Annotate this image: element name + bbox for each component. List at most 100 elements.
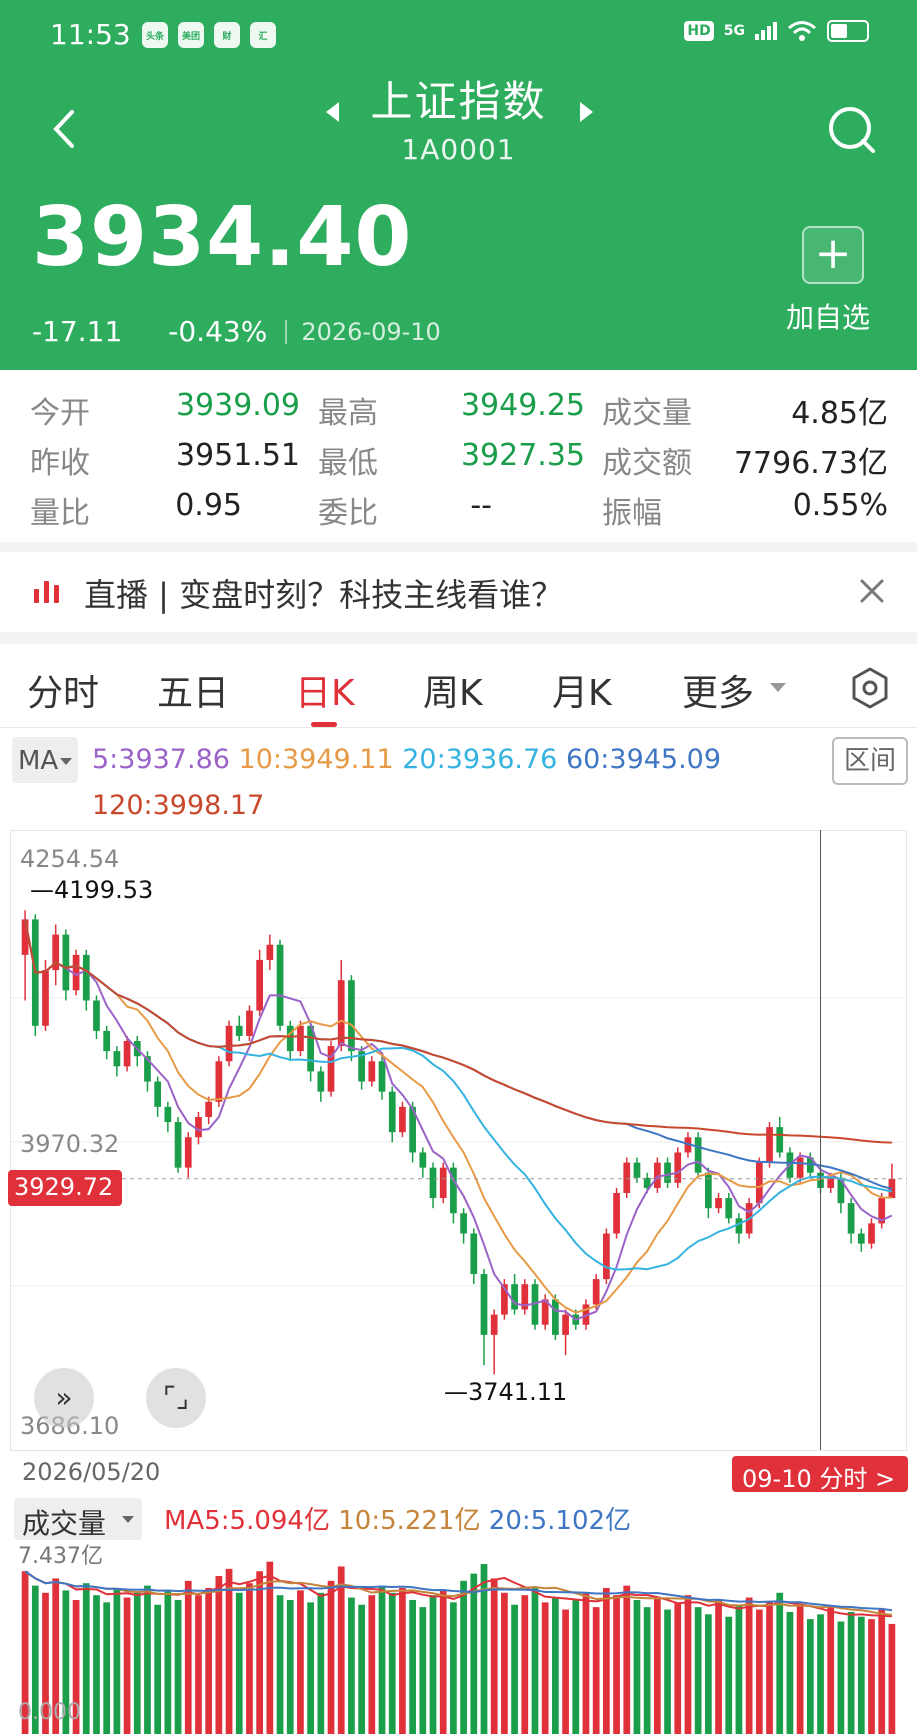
candle-body — [103, 1030, 111, 1052]
volume-bar — [704, 1614, 712, 1734]
ma-selector[interactable]: MA — [12, 737, 78, 783]
volume-selector[interactable]: 成交量 — [14, 1498, 142, 1540]
volume-bar — [409, 1599, 416, 1734]
high-marker: —4199.53 — [30, 876, 154, 904]
volume-bar — [796, 1604, 804, 1734]
fullscreen-icon[interactable]: ⌜⌟ — [146, 1368, 206, 1428]
close-icon[interactable] — [856, 575, 888, 607]
tab-intraday[interactable]: 分时 — [27, 664, 99, 716]
candle-body — [93, 1000, 100, 1031]
y-axis-top: 4254.54 — [20, 845, 120, 873]
volume-bar — [735, 1604, 743, 1734]
volume-bar — [511, 1604, 518, 1734]
candle-body — [164, 1106, 172, 1123]
hd-icon: HD — [684, 21, 714, 41]
volume-bar — [154, 1604, 162, 1734]
volume-max: 7.437亿 — [18, 1544, 103, 1569]
candlestick-chart[interactable] — [10, 830, 907, 1452]
active-tab-indicator — [311, 722, 337, 727]
range-button[interactable]: 区间 — [832, 737, 908, 785]
stat-value: 3951.51 — [175, 438, 300, 473]
volume-bar — [592, 1607, 600, 1734]
volume-bar — [113, 1588, 121, 1734]
vol-ma20: 20:5.102亿 — [488, 1506, 632, 1536]
wifi-icon — [788, 21, 816, 41]
tab-monthly-k[interactable]: 月K — [552, 664, 612, 716]
volume-bar — [847, 1611, 855, 1734]
candle-body — [725, 1198, 733, 1219]
search-icon[interactable] — [826, 104, 878, 156]
volume-chart[interactable] — [10, 1548, 907, 1734]
candle-body — [460, 1213, 467, 1234]
volume-bar — [225, 1568, 233, 1734]
candle-body — [317, 1071, 325, 1092]
ma-values: 5:3937.86 10:3949.11 20:3936.76 60:3945.… — [92, 744, 721, 775]
candle-body — [439, 1167, 447, 1199]
candle-body — [348, 980, 355, 1052]
section-divider — [0, 632, 917, 644]
chevron-down-icon[interactable] — [770, 683, 786, 692]
candle-body — [256, 959, 264, 1011]
clock: 11:53 — [50, 18, 131, 51]
add-favorite-button[interactable]: + — [802, 226, 864, 284]
volume-bar — [368, 1595, 376, 1734]
stat-label: 成交量 — [602, 396, 692, 431]
volume-bar — [164, 1590, 172, 1734]
add-favorite-label[interactable]: 加自选 — [786, 296, 870, 336]
fast-forward-icon[interactable]: » — [34, 1368, 94, 1428]
volume-bar — [868, 1619, 875, 1734]
live-banner-text[interactable]: 直播 | 变盘时刻？科技主线看谁？ — [84, 570, 563, 616]
ma5-value: 5:3937.86 — [92, 744, 230, 775]
volume-bar — [664, 1609, 671, 1734]
volume-bar — [307, 1602, 314, 1734]
candle-body — [419, 1152, 427, 1168]
tab-daily-k[interactable]: 日K — [295, 664, 355, 716]
volume-bar — [531, 1588, 539, 1734]
volume-bar — [144, 1585, 151, 1734]
volume-bar — [562, 1609, 569, 1734]
candle-body — [562, 1314, 569, 1335]
volume-bar — [388, 1592, 396, 1734]
tab-five-day[interactable]: 五日 — [157, 664, 229, 716]
candle-body — [195, 1116, 202, 1138]
volume-bar — [643, 1607, 651, 1734]
candle-body — [868, 1223, 875, 1244]
stat-label: 最高 — [318, 396, 378, 431]
candle-body — [42, 970, 49, 1026]
candle-body — [704, 1172, 712, 1209]
tab-weekly-k[interactable]: 周K — [423, 664, 483, 716]
volume-bar — [133, 1592, 141, 1734]
volume-bar — [878, 1609, 886, 1734]
ma5-line — [24, 919, 893, 1321]
stat-value: 3949.25 — [460, 388, 585, 423]
stat-value: 3927.35 — [460, 438, 585, 473]
stat-label: 委比 — [318, 496, 378, 531]
settings-icon[interactable] — [850, 666, 890, 710]
candle-body — [123, 1040, 131, 1067]
volume-bar — [297, 1590, 304, 1734]
current-price-tag: 3929.72 — [8, 1170, 122, 1206]
volume-bar — [276, 1595, 284, 1734]
volume-bar — [184, 1580, 192, 1734]
system-indicators: HD 5G — [684, 20, 869, 42]
intraday-link[interactable]: 09-10 分时 > — [732, 1456, 908, 1493]
live-icon — [34, 581, 59, 603]
stat-label: 今开 — [30, 396, 90, 431]
volume-bar — [715, 1599, 722, 1734]
volume-bar — [817, 1614, 824, 1734]
candle-body — [715, 1198, 722, 1209]
volume-bar — [501, 1592, 508, 1734]
vol-ma5: MA5:5.094亿 — [164, 1506, 330, 1536]
candle-body — [429, 1167, 437, 1199]
chart-start-date: 2026/05/20 — [22, 1458, 161, 1486]
candle-body — [246, 1010, 253, 1036]
divider — [285, 319, 288, 344]
stat-value: -- — [470, 488, 492, 523]
volume-bar — [123, 1597, 131, 1734]
volume-bar — [174, 1599, 182, 1734]
volume-bar — [755, 1609, 763, 1734]
volume-bar — [327, 1580, 335, 1734]
ma60-line — [24, 919, 893, 1190]
tab-more[interactable]: 更多 — [682, 664, 754, 716]
volume-bar — [694, 1607, 702, 1734]
